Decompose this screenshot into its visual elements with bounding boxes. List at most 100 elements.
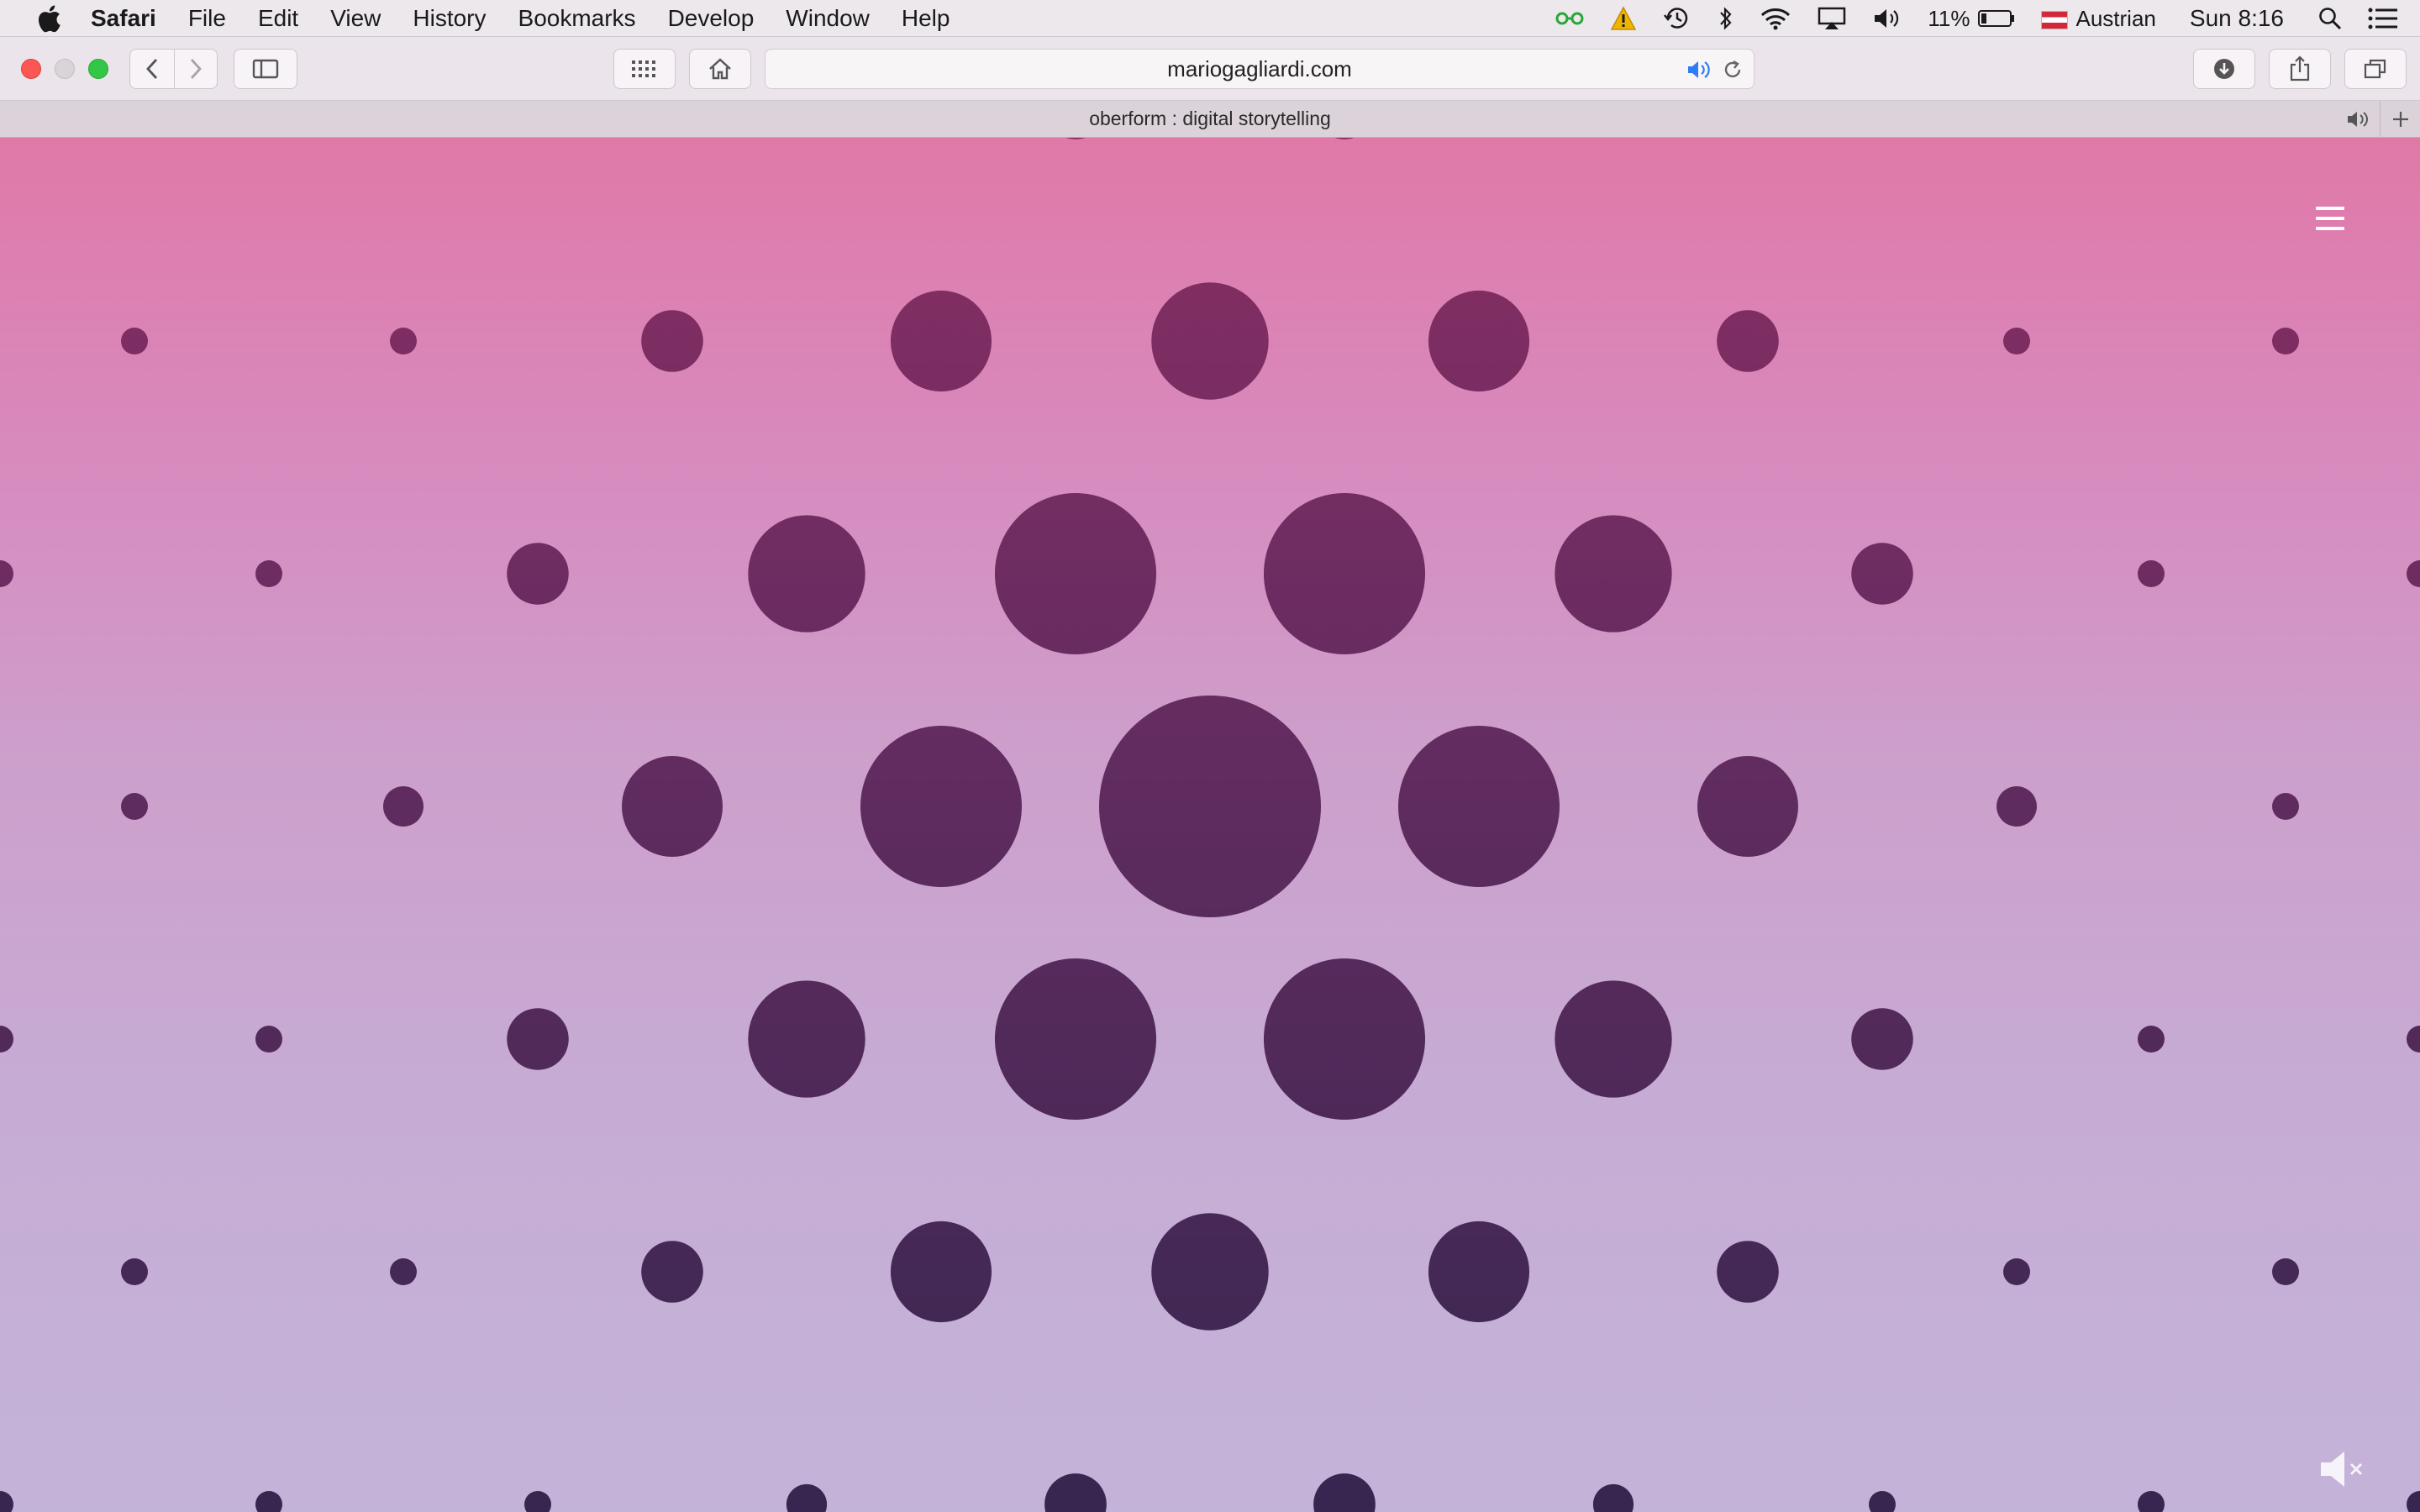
downloads-button[interactable] <box>2193 49 2255 89</box>
decorative-dot <box>1313 1473 1376 1512</box>
reload-icon[interactable] <box>1722 59 1744 87</box>
decorative-dot <box>2407 560 2420 587</box>
back-icon <box>146 59 158 79</box>
decorative-dot <box>255 1026 282 1053</box>
decorative-dot <box>1398 726 1560 887</box>
decorative-dot <box>121 328 148 354</box>
bluetooth-icon[interactable] <box>1718 0 1734 37</box>
green-extension-icon[interactable] <box>1555 0 1585 37</box>
warning-icon[interactable] <box>1610 0 1637 37</box>
decorative-dot <box>1263 492 1426 655</box>
decorative-dot <box>2003 328 2030 354</box>
menu-view[interactable]: View <box>330 5 381 32</box>
spotlight-icon[interactable] <box>2317 0 2343 37</box>
decorative-dot <box>255 1491 282 1512</box>
decorative-dot <box>1428 290 1530 392</box>
decorative-dot <box>2138 560 2165 587</box>
tabs-overview-button[interactable] <box>2344 49 2407 89</box>
input-source-label: Austrian <box>2075 5 2156 31</box>
menu-file[interactable]: File <box>188 5 226 32</box>
menu-develop[interactable]: Develop <box>668 5 755 32</box>
decorative-dot <box>622 756 723 857</box>
tabs-overview-icon <box>2364 59 2386 79</box>
decorative-dot <box>994 492 1157 655</box>
window-close-button[interactable] <box>21 59 41 79</box>
mute-icon[interactable] <box>2319 1448 2370 1490</box>
decorative-dot <box>121 793 148 820</box>
share-button[interactable] <box>2269 49 2331 89</box>
decorative-dot <box>1717 310 1779 372</box>
new-tab-icon <box>2392 112 2408 127</box>
menu-window[interactable]: Window <box>786 5 870 32</box>
decorative-dot <box>748 980 865 1098</box>
decorative-dot <box>1044 1473 1107 1512</box>
menu-bookmarks[interactable]: Bookmarks <box>518 5 636 32</box>
window-zoom-button[interactable] <box>88 59 108 79</box>
menu-edit[interactable]: Edit <box>258 5 298 32</box>
decorative-dot <box>1717 1241 1779 1303</box>
decorative-dot <box>1555 515 1672 633</box>
home-button[interactable] <box>689 49 751 89</box>
decorative-dot <box>2407 1026 2420 1053</box>
menu-app-name[interactable]: Safari <box>91 5 156 32</box>
decorative-dot <box>1555 980 1672 1098</box>
clock[interactable]: Sun 8:16 <box>2190 5 2284 32</box>
time-machine-icon[interactable] <box>1662 0 1692 37</box>
menu-history[interactable]: History <box>413 5 486 32</box>
menu-help[interactable]: Help <box>902 5 950 32</box>
top-sites-button[interactable] <box>613 49 676 89</box>
decorative-dot <box>2003 1258 2030 1285</box>
forward-icon <box>190 59 202 79</box>
decorative-dot <box>748 515 865 633</box>
decorative-dot <box>2407 1491 2420 1512</box>
decorative-dot <box>390 328 417 354</box>
decorative-dot <box>507 543 569 605</box>
decorative-dot <box>1851 543 1913 605</box>
volume-icon[interactable] <box>1872 0 1902 37</box>
decorative-dot <box>2138 1491 2165 1512</box>
decorative-dot <box>2272 793 2299 820</box>
decorative-dot <box>2138 1026 2165 1053</box>
decorative-dot <box>2272 1258 2299 1285</box>
hamburger-menu-icon[interactable] <box>2316 207 2344 230</box>
decorative-dot <box>1151 282 1269 400</box>
window-minimize-button[interactable] <box>55 59 75 79</box>
decorative-dot <box>641 1241 703 1303</box>
top-sites-grid-icon <box>632 60 655 77</box>
decorative-dot <box>890 290 992 392</box>
battery-icon[interactable] <box>1977 0 2016 37</box>
input-source[interactable]: Austrian <box>2040 5 2156 32</box>
tab-audio-icon[interactable] <box>2346 109 2371 134</box>
wifi-icon[interactable] <box>1760 0 1791 37</box>
decorative-dot <box>1869 1491 1896 1512</box>
decorative-dot <box>121 1258 148 1285</box>
notification-center-icon[interactable] <box>2368 0 2398 37</box>
decorative-dot <box>255 560 282 587</box>
decorative-dot <box>0 560 13 587</box>
decorative-dot <box>1099 696 1321 917</box>
sidebar-icon <box>252 59 279 79</box>
back-button[interactable] <box>129 49 175 89</box>
sidebar-button[interactable] <box>234 49 297 89</box>
decorative-dot <box>524 1491 551 1512</box>
url-text: mariogagliardi.com <box>1167 55 1352 81</box>
home-icon <box>709 58 731 80</box>
audio-icon[interactable] <box>1686 59 1713 87</box>
decorative-dot <box>994 958 1157 1121</box>
decorative-dot <box>0 1026 13 1053</box>
decorative-dot <box>890 1221 992 1323</box>
apple-logo-icon[interactable] <box>32 4 66 33</box>
decorative-dot <box>1334 138 1355 139</box>
forward-button[interactable] <box>174 49 218 89</box>
decorative-dot <box>1851 1008 1913 1070</box>
decorative-dot <box>1592 1483 1634 1512</box>
browser-toolbar: mariogagliardi.com <box>0 37 2420 101</box>
address-bar[interactable]: mariogagliardi.com <box>765 49 1754 89</box>
new-tab-button[interactable] <box>2380 101 2420 138</box>
decorative-dot <box>786 1483 828 1512</box>
tab-title[interactable]: oberform : digital storytelling <box>1089 108 1331 130</box>
airplay-icon[interactable] <box>1817 0 1847 37</box>
downloads-icon <box>2214 59 2234 79</box>
decorative-dot <box>0 1491 13 1512</box>
decorative-dot <box>2272 328 2299 354</box>
